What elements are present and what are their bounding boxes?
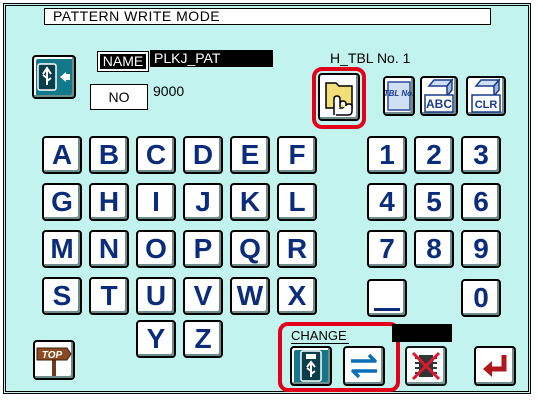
enter-arrow-icon	[483, 355, 507, 377]
table-number-label: H_TBL No. 1	[330, 50, 411, 66]
key-i[interactable]: I	[136, 183, 176, 221]
key-o[interactable]: O	[136, 230, 176, 268]
key-s[interactable]: S	[42, 277, 82, 315]
key-k[interactable]: K	[230, 183, 270, 221]
key-9[interactable]: 9	[461, 230, 501, 268]
key-e[interactable]: E	[230, 136, 270, 174]
key-j[interactable]: J	[183, 183, 223, 221]
top-text: TOP	[42, 350, 63, 361]
space-underscore	[374, 307, 400, 311]
key-0[interactable]: 0	[461, 279, 501, 317]
swap-arrows-icon	[351, 353, 377, 379]
memory-select-button[interactable]	[318, 73, 360, 121]
key-3[interactable]: 3	[461, 136, 501, 174]
swap-button[interactable]	[343, 346, 385, 386]
folder-hand-icon	[325, 82, 353, 116]
key-c[interactable]: C	[136, 136, 176, 174]
clear-button[interactable]: CLR	[466, 76, 506, 116]
usb-device-button[interactable]	[32, 55, 76, 99]
key-f[interactable]: F	[277, 136, 317, 174]
pattern-number-value: 9000	[153, 83, 185, 99]
key-t[interactable]: T	[89, 277, 129, 315]
key-w[interactable]: W	[230, 277, 270, 315]
clr-text: CLR	[475, 99, 498, 111]
abc-cube-icon: ABC	[424, 78, 454, 113]
key-4[interactable]: 4	[367, 183, 407, 221]
disabled-media-button	[405, 346, 447, 386]
key-v[interactable]: V	[183, 277, 223, 315]
key-g[interactable]: G	[42, 183, 82, 221]
key-7[interactable]: 7	[367, 230, 407, 268]
key-8[interactable]: 8	[414, 230, 454, 268]
abc-text: ABC	[426, 97, 452, 111]
key-1[interactable]: 1	[367, 136, 407, 174]
key-b[interactable]: B	[89, 136, 129, 174]
key-q[interactable]: Q	[230, 230, 270, 268]
key-5[interactable]: 5	[414, 183, 454, 221]
key-m[interactable]: M	[42, 230, 82, 268]
key-z[interactable]: Z	[183, 320, 223, 358]
key-u[interactable]: U	[136, 277, 176, 315]
key-n[interactable]: N	[89, 230, 129, 268]
signpost-icon: TOP	[36, 347, 72, 376]
key-y[interactable]: Y	[136, 320, 176, 358]
usb-icon	[300, 350, 322, 382]
key-d[interactable]: D	[183, 136, 223, 174]
key-l[interactable]: L	[277, 183, 317, 221]
clr-cube-icon: CLR	[471, 78, 501, 113]
mode-title: PATTERN WRITE MODE	[44, 8, 491, 25]
key-6[interactable]: 6	[461, 183, 501, 221]
usb-change-button[interactable]	[290, 346, 332, 386]
pattern-name-value: PLKJ_PAT	[150, 50, 273, 67]
key-r[interactable]: R	[277, 230, 317, 268]
change-status-bar	[392, 324, 452, 342]
usb-device-icon	[37, 63, 70, 91]
abc-input-button[interactable]: ABC	[420, 76, 458, 116]
top-button[interactable]: TOP	[33, 340, 75, 380]
key-2[interactable]: 2	[414, 136, 454, 174]
key-x[interactable]: X	[277, 277, 317, 315]
tbl-no-icon: TBL No.	[385, 81, 413, 111]
space-key[interactable]	[367, 279, 407, 317]
key-h[interactable]: H	[89, 183, 129, 221]
enter-button[interactable]	[474, 346, 516, 386]
key-p[interactable]: P	[183, 230, 223, 268]
name-label: NAME	[97, 51, 149, 72]
number-button[interactable]: NO	[90, 84, 148, 110]
tbl-no-text: TBL No.	[385, 89, 413, 98]
chip-crossed-icon	[411, 351, 441, 381]
table-number-button[interactable]: TBL No.	[383, 76, 415, 116]
key-a[interactable]: A	[42, 136, 82, 174]
